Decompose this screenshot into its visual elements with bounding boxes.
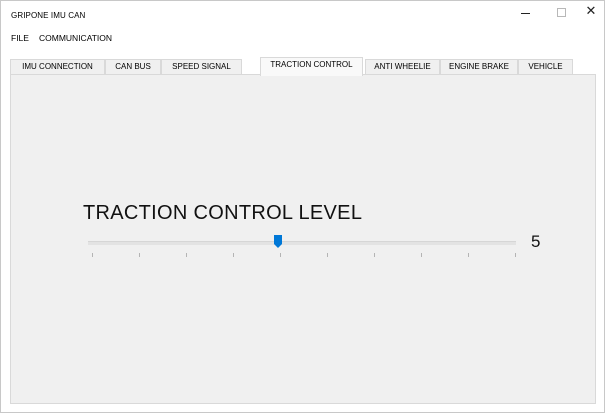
minimize-icon	[520, 12, 530, 14]
slider-tick	[186, 253, 187, 257]
slider-tick	[515, 253, 516, 257]
menu-file[interactable]: FILE	[11, 33, 29, 43]
tab-traction-control[interactable]: TRACTION CONTROL	[260, 57, 363, 76]
slider-tick	[468, 253, 469, 257]
close-button[interactable]: ✕	[573, 1, 606, 29]
tab-can-bus[interactable]: CAN BUS	[105, 59, 161, 75]
minimize-button[interactable]	[507, 1, 543, 29]
level-value: 5	[531, 232, 541, 251]
slider-tick	[139, 253, 140, 257]
menu-communication[interactable]: COMMUNICATION	[39, 33, 112, 43]
slider-tick	[280, 253, 281, 257]
slider-track[interactable]	[88, 241, 516, 245]
title-bar[interactable]: GRIPONE IMU CAN ✕	[1, 1, 604, 29]
maximize-icon	[556, 7, 566, 17]
slider-tick	[233, 253, 234, 257]
traction-control-panel: TRACTION CONTROL LEVEL 5	[10, 74, 596, 404]
slider-thumb[interactable]	[274, 235, 282, 248]
close-icon: ✕	[585, 3, 597, 18]
slider-tick	[421, 253, 422, 257]
tab-strip: IMU CONNECTION CAN BUS SPEED SIGNAL TRAC…	[10, 57, 596, 76]
tab-engine-brake[interactable]: ENGINE BRAKE	[440, 59, 518, 75]
panel-heading: TRACTION CONTROL LEVEL	[83, 202, 363, 224]
slider-tick	[92, 253, 93, 257]
tab-anti-wheelie[interactable]: ANTI WHEELIE	[365, 59, 440, 75]
menu-bar: FILE COMMUNICATION	[1, 29, 604, 47]
tab-speed-signal[interactable]: SPEED SIGNAL	[161, 59, 242, 75]
app-window: GRIPONE IMU CAN ✕ FILE COMMUNICATION IMU…	[0, 0, 605, 413]
slider-tick	[327, 253, 328, 257]
window-title: GRIPONE IMU CAN	[11, 11, 86, 20]
slider-tick	[374, 253, 375, 257]
tab-imu-connection[interactable]: IMU CONNECTION	[10, 59, 105, 75]
tab-vehicle[interactable]: VEHICLE	[518, 59, 573, 75]
